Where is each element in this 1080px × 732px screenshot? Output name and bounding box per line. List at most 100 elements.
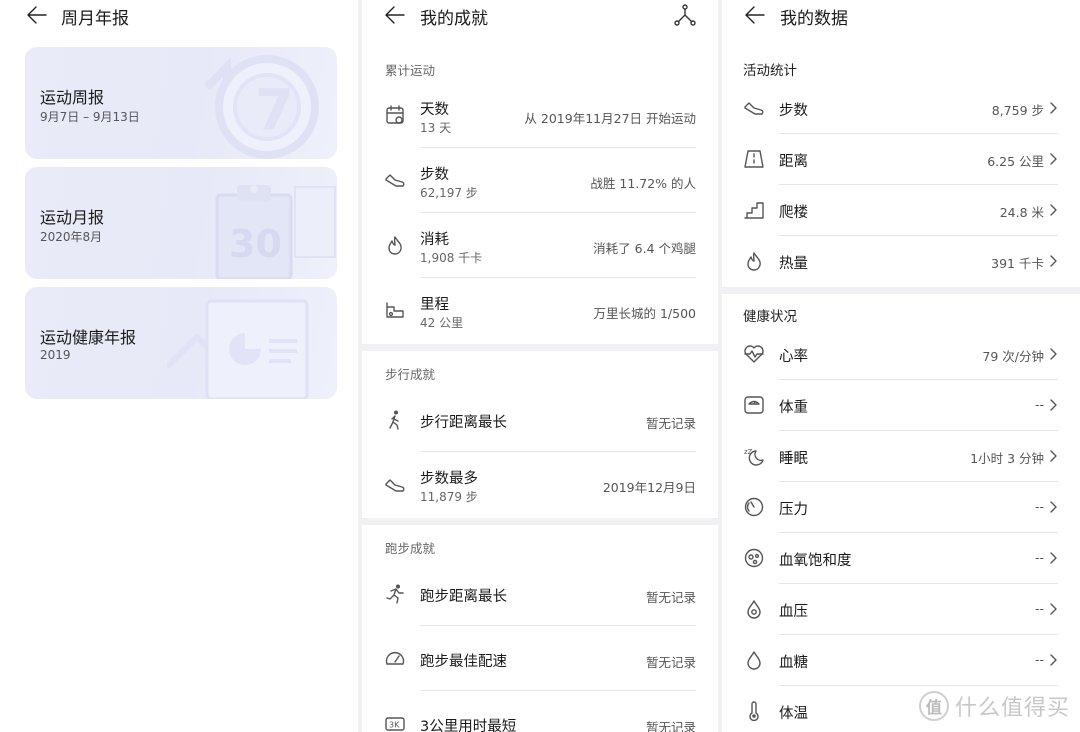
heart-rate-icon — [743, 343, 765, 365]
card-title: 运动健康年报 — [40, 328, 137, 347]
data-value: -- — [1034, 652, 1044, 667]
chevron-right-icon — [1050, 348, 1057, 360]
section-label-activity: 活动统计 — [743, 63, 797, 79]
weekly-report-card[interactable]: 7 运动周报 9月7日 – 9月13日 — [25, 47, 337, 159]
document-pie-decor-icon — [167, 299, 309, 399]
chevron-right-icon — [1050, 102, 1057, 114]
back-arrow-icon[interactable] — [24, 2, 50, 28]
chevron-right-icon — [1050, 501, 1057, 513]
achievement-name: 步行距离最长 — [420, 415, 507, 431]
achievement-row-days[interactable]: 天数 13 天 从 2019年11月27日 开始运动 — [362, 84, 718, 148]
achievement-value: 62,197 步 — [420, 186, 478, 200]
data-name: 爬楼 — [779, 205, 808, 221]
achievement-row-longest-run[interactable]: 跑步距离最长 暂无记录 — [362, 562, 718, 626]
divider — [420, 690, 696, 691]
svg-text:7: 7 — [255, 78, 294, 143]
data-value: 79 次/分钟 — [982, 349, 1044, 364]
blood-pressure-icon — [743, 598, 765, 620]
page-title: 周月年报 — [61, 9, 129, 29]
achievement-name: 3公里用时最短 — [420, 719, 517, 732]
data-value: 391 千卡 — [991, 256, 1044, 271]
data-row-distance[interactable]: 距离 6.25 公里 — [722, 135, 1080, 185]
achievement-row-best-pace[interactable]: 跑步最佳配速 暂无记录 — [362, 627, 718, 691]
data-row-steps[interactable]: 步数 8,759 步 — [722, 84, 1080, 134]
section-separator — [362, 344, 718, 351]
share-icon[interactable] — [672, 3, 698, 29]
divider — [420, 147, 696, 148]
data-row-blood-oxygen[interactable]: 血氧饱和度 -- — [722, 534, 1080, 584]
achievement-name: 天数 — [420, 102, 449, 118]
divider — [779, 532, 1058, 533]
data-row-stress[interactable]: 压力 -- — [722, 483, 1080, 533]
blood-oxygen-icon — [743, 547, 765, 569]
card-date-range: 9月7日 – 9月13日 — [40, 110, 140, 124]
achievement-name: 跑步最佳配速 — [420, 654, 507, 670]
data-name: 血压 — [779, 604, 808, 620]
data-row-blood-sugar[interactable]: 血糖 -- — [722, 636, 1080, 686]
runner-icon — [384, 583, 406, 605]
my-data-panel: 我的数据 活动统计 步数 8,759 步 距离 6.25 公里 爬楼 24.8 … — [722, 0, 1080, 732]
achievement-row-mileage[interactable]: 里程 42 公里 万里长城的 1/500 — [362, 279, 718, 343]
section-label-walking: 步行成就 — [385, 367, 436, 382]
data-row-weight[interactable]: 体重 -- — [722, 381, 1080, 431]
achievement-row-calories[interactable]: 消耗 1,908 千卡 消耗了 6.4 个鸡腿 — [362, 214, 718, 278]
data-name: 血氧饱和度 — [779, 553, 852, 569]
data-row-blood-pressure[interactable]: 血压 -- — [722, 585, 1080, 635]
divider — [779, 379, 1058, 380]
blood-sugar-icon — [743, 649, 765, 671]
achievement-name: 步数最多 — [420, 471, 478, 487]
divider — [779, 685, 1058, 686]
achievement-row-fastest-3k[interactable]: 3K 3公里用时最短 暂无记录 — [362, 692, 718, 732]
divider — [420, 451, 696, 452]
divider — [779, 430, 1058, 431]
achievements-panel: 我的成就 累计运动 天数 13 天 从 2019年11月27日 开始运动 步数 … — [362, 0, 718, 732]
data-name: 心率 — [779, 349, 808, 365]
achievement-detail: 暂无记录 — [645, 720, 696, 732]
data-value: -- — [1034, 397, 1044, 412]
watermark-logo-icon: 值 — [918, 691, 949, 721]
chevron-right-icon — [1050, 450, 1057, 462]
chevron-right-icon — [1050, 399, 1057, 411]
data-value: -- — [1034, 499, 1044, 514]
back-arrow-icon[interactable] — [742, 2, 768, 28]
chevron-right-icon — [1050, 153, 1057, 165]
svg-text:3K: 3K — [389, 721, 400, 730]
divider — [779, 184, 1058, 185]
divider — [779, 481, 1058, 482]
achievement-row-most-steps[interactable]: 步数最多 11,879 步 2019年12月9日 — [362, 453, 718, 517]
achievement-detail: 暂无记录 — [645, 416, 696, 431]
yearly-report-card[interactable]: 运动健康年报 2019 — [25, 287, 337, 399]
data-row-sleep[interactable]: zZ 睡眠 1小时 3 分钟 — [722, 432, 1080, 482]
chevron-right-icon — [1050, 552, 1057, 564]
svg-text:30: 30 — [229, 222, 282, 266]
divider — [779, 235, 1058, 236]
watermark: 值 什么值得买 — [918, 690, 1070, 722]
data-name: 体重 — [779, 400, 808, 416]
achievement-detail: 从 2019年11月27日 开始运动 — [524, 111, 696, 126]
stress-gauge-icon — [743, 496, 765, 518]
achievement-value: 11,879 步 — [420, 490, 478, 504]
shoe-icon — [384, 474, 406, 496]
data-value: 1小时 3 分钟 — [970, 451, 1044, 466]
data-name: 距离 — [779, 154, 808, 170]
section-separator — [362, 518, 718, 525]
card-title: 运动周报 — [40, 88, 105, 107]
reports-header: 周月年报 — [0, 0, 358, 32]
back-arrow-icon[interactable] — [382, 2, 408, 28]
divider — [779, 583, 1058, 584]
achievement-name: 跑步距离最长 — [420, 589, 507, 605]
data-row-calories[interactable]: 热量 391 千卡 — [722, 237, 1080, 287]
section-separator — [722, 287, 1080, 294]
thermometer-icon — [743, 700, 765, 722]
monthly-report-card[interactable]: 30 运动月报 2020年8月 — [25, 167, 337, 279]
achievement-value: 13 天 — [420, 121, 452, 135]
achievement-detail: 暂无记录 — [645, 655, 696, 670]
data-row-floors[interactable]: 爬楼 24.8 米 — [722, 186, 1080, 236]
card-year: 2019 — [40, 348, 71, 362]
data-row-heart-rate[interactable]: 心率 79 次/分钟 — [722, 330, 1080, 380]
achievement-row-longest-walk[interactable]: 步行距离最长 暂无记录 — [362, 388, 718, 452]
scale-icon — [743, 394, 765, 416]
data-value: -- — [1034, 601, 1044, 616]
achievement-row-steps[interactable]: 步数 62,197 步 战胜 11.72% 的人 — [362, 149, 718, 213]
data-name: 睡眠 — [779, 451, 808, 467]
